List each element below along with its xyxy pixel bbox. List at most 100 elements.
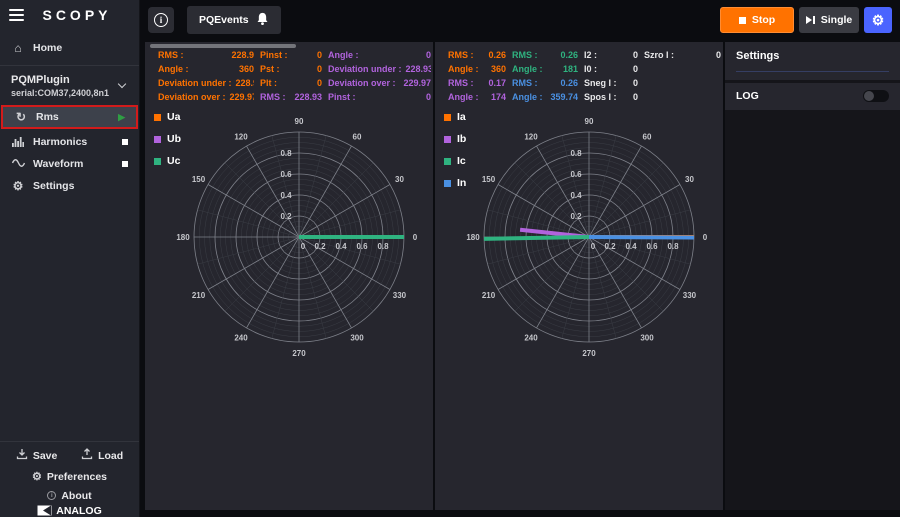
stopped-indicator-icon[interactable]	[122, 161, 128, 167]
load-icon	[81, 448, 93, 463]
angle-tick-label: 120	[524, 133, 538, 142]
plugin-name: PQMPlugin	[11, 74, 128, 86]
radial-tick-label: 0.4	[570, 191, 582, 200]
radial-tick-label: 0.6	[280, 170, 292, 179]
angle-tick-label: 30	[395, 175, 404, 184]
brand-label: ANALOG	[56, 505, 102, 517]
single-label: Single	[821, 14, 853, 26]
settings-title: Settings	[736, 50, 889, 72]
hamburger-menu-icon[interactable]	[9, 9, 24, 21]
sidebar-item-settings[interactable]: ⚙ Settings	[0, 175, 139, 197]
adi-logo-icon	[37, 505, 52, 517]
angle-tick-label: 30	[685, 175, 694, 184]
stopped-indicator-icon[interactable]	[122, 139, 128, 145]
angle-tick-label: 90	[585, 117, 594, 126]
plugin-serial: serial:COM37,2400,8n1	[11, 88, 128, 98]
stats-cell: Angle :174	[448, 92, 506, 102]
stats-cell: Szro I :0	[644, 50, 721, 60]
settings-card: Settings	[725, 42, 900, 80]
radial-tick-label: 0.4	[625, 242, 637, 251]
legend-swatch-icon	[444, 136, 451, 143]
preferences-button[interactable]: ⚙ Preferences	[0, 467, 139, 486]
log-toggle[interactable]	[863, 90, 889, 102]
stats-cell: RMS :0.26	[512, 50, 578, 60]
radial-tick-label: 0.8	[667, 242, 679, 251]
single-button[interactable]: Single	[799, 7, 859, 33]
harmonics-bars-icon	[11, 136, 25, 149]
sidebar-item-rms[interactable]: ↻ Rms ▶	[1, 105, 138, 129]
load-button[interactable]: Load	[81, 448, 123, 463]
legend-swatch-icon	[444, 180, 451, 187]
stats-row: RMS :0.26RMS :0.26I2 :0Szro I :0	[448, 50, 721, 60]
plugin-header-pqm[interactable]: PQMPlugin serial:COM37,2400,8n1	[0, 71, 139, 103]
gear-icon: ⚙	[11, 180, 25, 192]
angle-tick-label: 240	[234, 333, 248, 342]
current-stats-table: RMS :0.26RMS :0.26I2 :0Szro I :0 Angle :3…	[448, 50, 721, 102]
stats-row: Angle :360Angle :181I0 :0	[448, 64, 721, 74]
settings-gear-button[interactable]: ⚙	[864, 7, 892, 33]
sidebar-item-waveform[interactable]: Waveform	[0, 153, 139, 175]
stats-cell: RMS :228.93	[260, 92, 322, 102]
radial-tick-label: 0	[301, 242, 306, 251]
legend-label: Ua	[167, 111, 180, 123]
stats-cell: Spos I :0	[584, 92, 638, 102]
sidebar-item-home[interactable]: ⌂ Home	[0, 36, 139, 60]
voltage-polar-svg[interactable]: 030609012015018021024027030033000.20.20.…	[172, 110, 426, 364]
legend-item-Ic[interactable]: Ic	[444, 150, 466, 172]
sidebar-item-harmonics[interactable]: Harmonics	[0, 131, 139, 153]
stats-horizontal-scrollbar[interactable]	[150, 44, 296, 48]
info-icon: i	[47, 491, 56, 500]
current-polar-chart[interactable]: 030609012015018021024027030033000.20.20.…	[462, 110, 716, 367]
angle-tick-label: 300	[640, 333, 654, 342]
legend-swatch-icon	[154, 136, 161, 143]
legend-item-Ua[interactable]: Ua	[154, 106, 181, 128]
angle-tick-label: 210	[482, 291, 496, 300]
legend-swatch-icon	[154, 114, 161, 121]
waveform-sine-icon	[11, 158, 25, 170]
current-polar-svg[interactable]: 030609012015018021024027030033000.20.20.…	[462, 110, 716, 364]
legend-label: Ub	[167, 133, 181, 145]
tab-pqevents[interactable]: PQEvents	[187, 6, 281, 34]
angle-tick-label: 210	[192, 291, 206, 300]
load-label: Load	[98, 450, 123, 462]
angle-tick-label: 270	[582, 349, 596, 358]
settings-panel: Settings LOG	[725, 42, 900, 510]
legend-item-Ub[interactable]: Ub	[154, 128, 181, 150]
stats-row: Deviation over :229.97RMS :228.93Pinst :…	[158, 92, 431, 102]
run-indicator-icon[interactable]: ▶	[118, 112, 125, 123]
voltage-polar-chart[interactable]: 030609012015018021024027030033000.20.20.…	[172, 110, 426, 367]
stats-cell: Angle :360	[158, 64, 254, 74]
angle-tick-label: 240	[524, 333, 538, 342]
legend-swatch-icon	[444, 114, 451, 121]
toggle-knob	[864, 91, 874, 101]
sidebar-footer: Save Load ⚙ Preferences i About ANALOG	[0, 441, 139, 517]
stop-button[interactable]: Stop	[720, 7, 794, 33]
radial-tick-label: 0.8	[377, 242, 389, 251]
stats-cell: RMS :0.26	[512, 78, 578, 88]
about-button[interactable]: i About	[0, 486, 139, 505]
preferences-label: Preferences	[47, 471, 107, 483]
angle-tick-label: 90	[295, 117, 304, 126]
stats-row: Angle :174Angle :359.74Spos I :0	[448, 92, 721, 102]
legend-swatch-icon	[444, 158, 451, 165]
legend-item-Ia[interactable]: Ia	[444, 106, 466, 128]
single-capture-icon	[806, 16, 815, 24]
info-button[interactable]: i	[148, 7, 174, 33]
legend-item-In[interactable]: In	[444, 172, 466, 194]
stats-row: Angle :360Pst :0Deviation under :228.93	[158, 64, 431, 74]
radial-tick-label: 0.6	[646, 242, 658, 251]
voltage-legend: Ua Ub Uc	[154, 106, 181, 172]
radial-tick-label: 0.2	[280, 212, 292, 221]
legend-label: Ia	[457, 111, 466, 123]
legend-label: In	[457, 177, 466, 189]
stats-cell	[644, 92, 721, 102]
legend-item-Uc[interactable]: Uc	[154, 150, 181, 172]
legend-item-Ib[interactable]: Ib	[444, 128, 466, 150]
save-button[interactable]: Save	[16, 448, 58, 463]
radial-tick-label: 0.8	[280, 149, 292, 158]
stats-row: Deviation under :228.9Plt :0Deviation ov…	[158, 78, 431, 88]
log-label: LOG	[736, 90, 759, 102]
angle-tick-label: 180	[176, 233, 190, 242]
harmonics-label: Harmonics	[33, 136, 87, 148]
stats-cell	[644, 64, 721, 74]
